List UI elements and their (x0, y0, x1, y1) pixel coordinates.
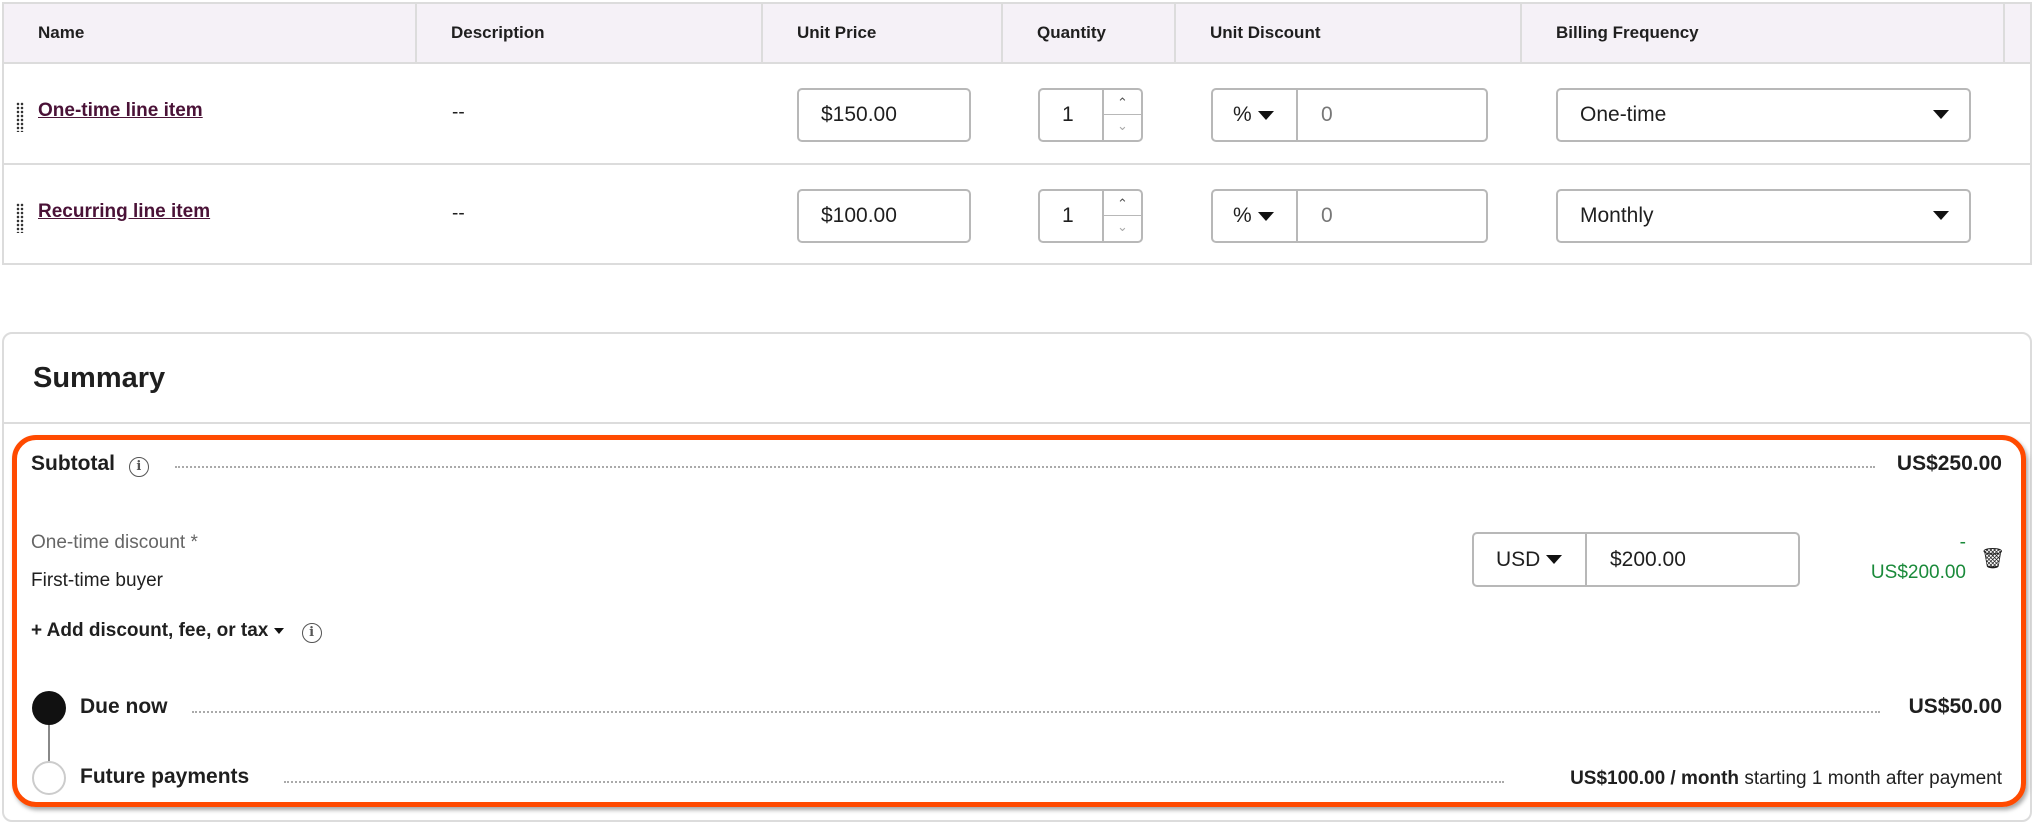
caret-down-icon (1546, 555, 1563, 565)
dotted-leader (192, 711, 1880, 713)
caret-down-icon (1257, 211, 1274, 221)
info-icon[interactable]: i (128, 457, 149, 477)
line-item-link[interactable]: Recurring line item (38, 201, 210, 223)
dotted-leader (175, 466, 1875, 468)
caret-down-icon (1933, 110, 1949, 119)
decrement-icon[interactable]: ⌄ (1104, 115, 1141, 137)
quantity-stepper[interactable]: 1 ⌃ ⌄ (1038, 189, 1143, 243)
unit-discount-input[interactable]: % 0 (1211, 88, 1488, 142)
description: -- (452, 102, 465, 123)
subtotal-value: US$250.00 (1896, 452, 2002, 475)
summary-title: Summary (33, 362, 166, 394)
future-payments-label: Future payments (80, 765, 250, 788)
unit-price-input[interactable]: $150.00 (797, 88, 971, 142)
table-row: Recurring line item -- $100.00 1 ⌃ ⌄ % 0 … (4, 165, 2030, 266)
line-item-link[interactable]: One-time line item (38, 100, 203, 122)
discount-name: First-time buyer (31, 570, 163, 591)
trash-icon[interactable]: 🗑 (1980, 546, 2005, 571)
add-discount-button[interactable]: + Add discount, fee, or tax i (31, 620, 322, 643)
billing-frequency-select[interactable]: Monthly (1556, 189, 1971, 243)
col-billing-frequency[interactable]: Billing Frequency (1522, 4, 2005, 62)
discount-applied: - US$200.00 (1870, 532, 1966, 583)
col-unit-price[interactable]: Unit Price (763, 4, 1003, 62)
unit-price-input[interactable]: $100.00 (797, 189, 971, 243)
decrement-icon[interactable]: ⌄ (1104, 216, 1141, 238)
divider (4, 422, 2030, 424)
unit-discount-input[interactable]: % 0 (1211, 189, 1488, 243)
discount-type-select[interactable]: % (1213, 191, 1298, 241)
table-row: One-time line item -- $150.00 1 ⌃ ⌄ % 0 O… (4, 64, 2030, 165)
line-items-table: Name Description Unit Price Quantity Uni… (2, 2, 2032, 265)
increment-icon[interactable]: ⌃ (1104, 90, 1141, 115)
timeline-dot-empty (32, 761, 66, 795)
caret-down-icon (1257, 110, 1274, 120)
col-unit-discount[interactable]: Unit Discount (1176, 4, 1522, 62)
description: -- (452, 203, 465, 224)
col-name[interactable]: Name (4, 4, 417, 62)
quantity-stepper[interactable]: 1 ⌃ ⌄ (1038, 88, 1143, 142)
timeline-dot-filled (32, 691, 66, 725)
drag-handle-icon[interactable] (16, 102, 24, 132)
subtotal-label: Subtotal i (31, 452, 149, 477)
caret-down-icon (1933, 211, 1949, 220)
currency-select[interactable]: USD (1474, 534, 1587, 585)
discount-amount-input[interactable]: USD $200.00 (1472, 532, 1800, 587)
table-header: Name Description Unit Price Quantity Uni… (4, 4, 2030, 64)
future-payments-value: US$100.00 / month starting 1 month after… (1570, 768, 2002, 789)
discount-type-select[interactable]: % (1213, 90, 1298, 140)
caret-down-icon (274, 627, 285, 634)
due-now-value: US$50.00 (1908, 695, 2002, 718)
col-quantity[interactable]: Quantity (1003, 4, 1176, 62)
info-icon[interactable]: i (301, 623, 322, 643)
billing-frequency-select[interactable]: One-time (1556, 88, 1971, 142)
due-now-label: Due now (80, 695, 168, 718)
drag-handle-icon[interactable] (16, 203, 24, 233)
dotted-leader (284, 781, 1504, 783)
col-description[interactable]: Description (417, 4, 763, 62)
increment-icon[interactable]: ⌃ (1104, 191, 1141, 216)
discount-label: One-time discount * (31, 532, 198, 553)
